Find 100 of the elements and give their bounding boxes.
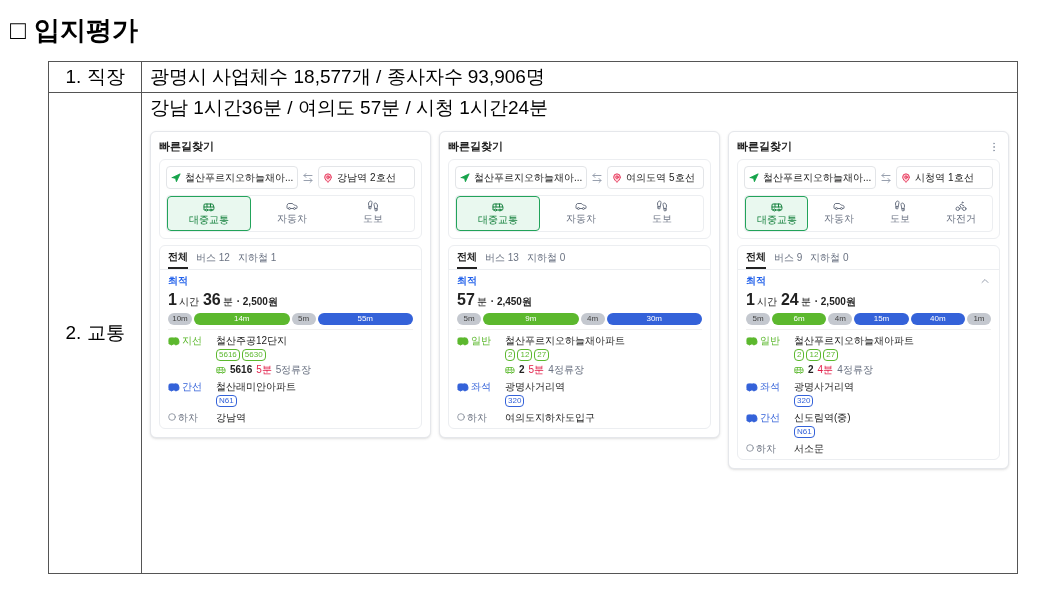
route-number: 12 — [517, 349, 533, 361]
ride-segment: 15m — [854, 313, 909, 325]
stop-name: 광명사거리역 — [794, 380, 854, 393]
mode-tab[interactable]: 자동차 — [808, 196, 870, 231]
route-number: N61 — [216, 395, 237, 407]
origin-field[interactable]: 철산푸르지오하늘채아... — [166, 166, 299, 189]
footprints-icon — [367, 200, 380, 212]
origin-field[interactable]: 철산푸르지오하늘채아... — [455, 166, 588, 189]
navigation-icon — [171, 172, 181, 183]
circle-icon — [746, 444, 754, 452]
navigation-icon — [460, 172, 470, 183]
walk-segment: 4m — [580, 313, 605, 325]
best-label: 최적 — [746, 274, 766, 287]
route-number: 27 — [823, 349, 839, 361]
mode-tab[interactable]: 도보 — [869, 196, 931, 231]
navigation-icon — [749, 172, 759, 183]
panel-title: 빠른길찾기 — [448, 140, 503, 153]
bus-icon — [202, 201, 215, 213]
row-label: 1. 직장 — [65, 64, 125, 89]
result-tab[interactable]: 지하철 0 — [810, 246, 849, 269]
result-tab[interactable]: 지하철 0 — [526, 246, 566, 269]
mode-tab[interactable]: 자동차 — [539, 196, 622, 231]
result-tab[interactable]: 버스 12 — [196, 246, 230, 269]
stop-name: 철산주공12단지 — [216, 334, 289, 347]
step-type: 지선 — [182, 334, 202, 347]
checkbox-mark: □ — [10, 13, 26, 47]
stop-name: 철산래미안아파트 — [216, 380, 296, 393]
route-number: N61 — [794, 426, 815, 438]
walk-segment: 1m — [967, 313, 991, 325]
swap-icon[interactable] — [880, 171, 893, 184]
mode-tab[interactable]: 대중교통 — [456, 196, 540, 231]
car-icon — [574, 200, 587, 212]
step-type: 하차 — [467, 411, 487, 424]
wait-time: 4분 — [817, 363, 834, 376]
best-label: 최적 — [457, 274, 477, 287]
wait-time: 5분 — [256, 363, 272, 376]
result-tab[interactable]: 버스 9 — [774, 246, 803, 269]
mode-tab[interactable]: 자전거 — [930, 196, 992, 231]
route-number: 320 — [794, 395, 814, 407]
panel-title: 빠른길찾기 — [737, 140, 792, 153]
destination-field[interactable]: 시청역 1호선 — [896, 166, 993, 189]
destination-text: 시청역 1호선 — [915, 171, 974, 184]
walk-segment: 10m — [168, 313, 192, 325]
result-tab[interactable]: 버스 13 — [485, 246, 519, 269]
best-label: 최적 — [168, 274, 188, 287]
destination-text: 여의도역 5호선 — [626, 171, 695, 184]
ride-segment: 14m — [194, 313, 290, 325]
stop-name: 철산푸르지오하늘채아파트 — [505, 334, 625, 347]
route-number: 27 — [534, 349, 550, 361]
result-tab[interactable]: 전체 — [457, 246, 477, 269]
panel-title: 빠른길찾기 — [159, 140, 214, 153]
stop-count: 5정류장 — [275, 363, 312, 376]
ride-segment: 40m — [910, 313, 965, 325]
circle-icon — [168, 413, 176, 421]
ride-segment: 6m — [772, 313, 827, 325]
bus-icon — [794, 364, 804, 375]
ride-segment: 30m — [606, 313, 702, 325]
stop-name: 강남역 — [216, 411, 246, 424]
walk-segment: 4m — [828, 313, 853, 325]
mode-tab[interactable]: 대중교통 — [745, 196, 809, 231]
trip-summary: 1시간 24분 · 2,500원 — [746, 291, 857, 309]
route-number: 12 — [806, 349, 822, 361]
result-tab[interactable]: 전체 — [168, 246, 188, 269]
mode-tab[interactable]: 도보 — [621, 196, 703, 231]
map-pin-icon — [612, 172, 623, 183]
result-tab[interactable]: 지하철 1 — [237, 246, 277, 269]
map-pin-icon — [901, 172, 912, 183]
wait-time: 5분 — [528, 363, 545, 376]
route-number: 5630 — [241, 349, 266, 361]
step-type: 간선 — [760, 411, 780, 424]
stop-name: 서소문 — [794, 442, 824, 455]
ride-segment: 55m — [317, 313, 413, 325]
result-tab[interactable]: 전체 — [746, 246, 766, 269]
stop-name: 철산푸르지오하늘채아파트 — [794, 334, 914, 347]
route-number: 5616 — [216, 349, 240, 361]
trip-summary: 57분 · 2,450원 — [457, 291, 533, 309]
destination-field[interactable]: 여의도역 5호선 — [607, 166, 704, 189]
section-title: 입지평가 — [33, 13, 138, 47]
stop-count: 4정류장 — [548, 363, 584, 376]
step-type: 일반 — [471, 334, 491, 347]
footprints-icon — [656, 200, 669, 212]
mode-tab[interactable]: 대중교통 — [167, 196, 251, 231]
origin-text: 철산푸르지오하늘채아... — [763, 171, 872, 184]
mode-tab[interactable]: 자동차 — [250, 196, 333, 231]
circle-icon — [457, 413, 465, 421]
route-number: 320 — [505, 395, 525, 407]
walk-segment: 5m — [291, 313, 316, 325]
origin-text: 철산푸르지오하늘채아... — [185, 171, 294, 184]
row-text: 강남 1시간36분 / 여의도 57분 / 시청 1시간24분 — [150, 96, 550, 120]
mode-tab[interactable]: 도보 — [332, 196, 414, 231]
destination-field[interactable]: 강남역 2호선 — [318, 166, 415, 189]
step-type: 하차 — [756, 442, 776, 455]
stop-name: 광명사거리역 — [505, 380, 565, 393]
swap-icon[interactable] — [591, 171, 604, 184]
route-number: 2 — [505, 349, 516, 361]
origin-field[interactable]: 철산푸르지오하늘채아... — [744, 166, 877, 189]
bus-icon — [770, 201, 783, 213]
row-text: 광명시 사업체수 18,577개 / 종사자수 93,906명 — [150, 65, 546, 89]
swap-icon[interactable] — [302, 171, 315, 184]
bus-number: 2 — [519, 363, 525, 376]
